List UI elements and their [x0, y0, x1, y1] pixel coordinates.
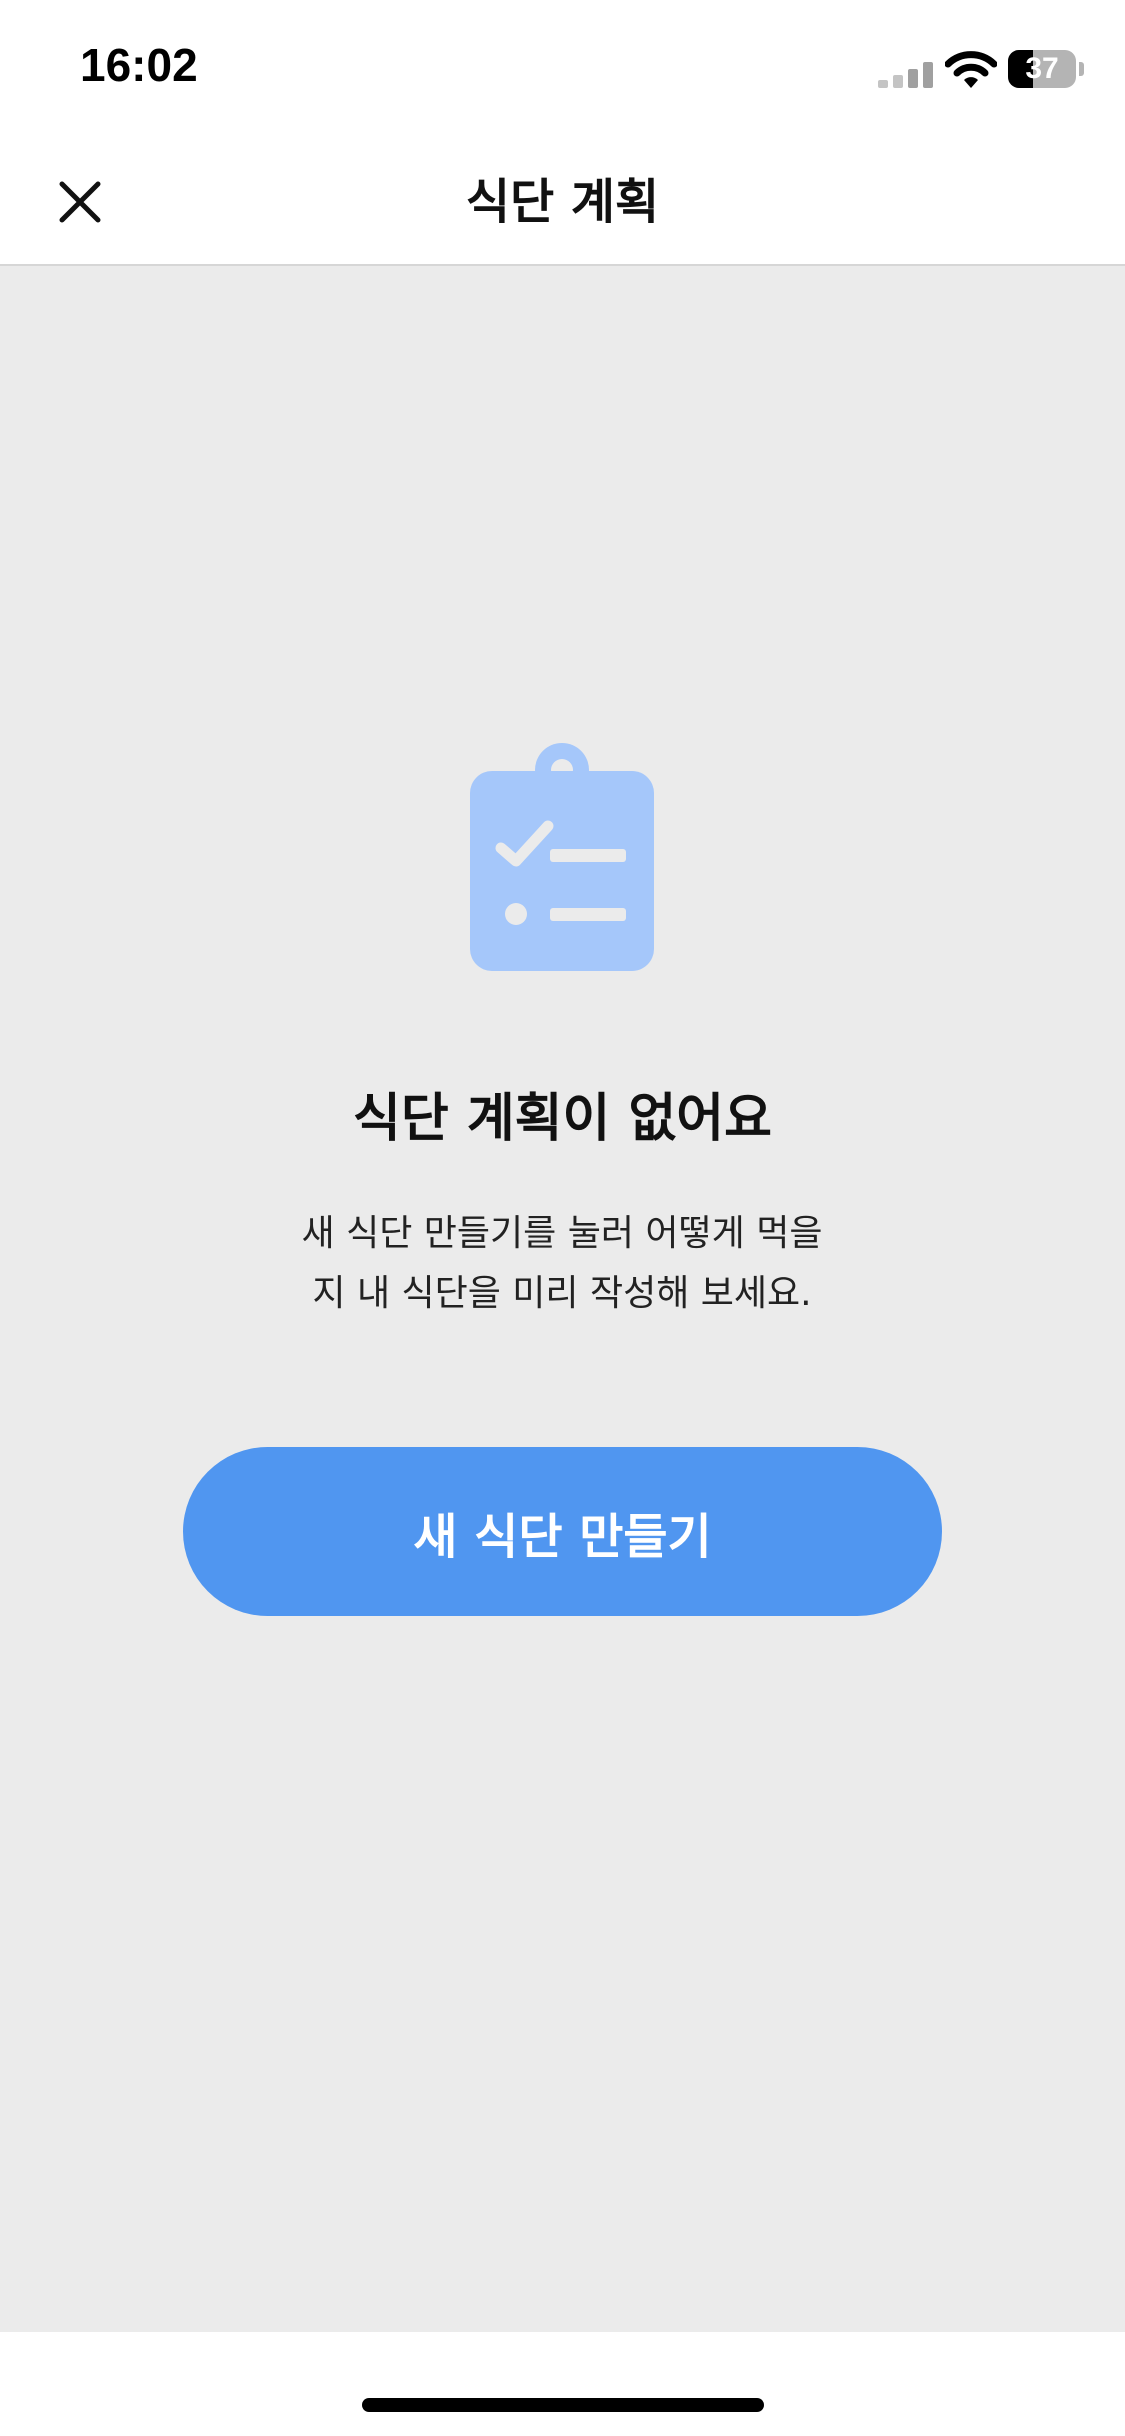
cellular-signal-icon: [878, 62, 933, 88]
home-indicator[interactable]: [362, 2398, 764, 2412]
battery-level: 37: [1025, 52, 1059, 85]
battery-indicator: 37: [1008, 50, 1084, 88]
new-meal-plan-button-label: 새 식단 만들기: [413, 1508, 712, 1565]
new-meal-plan-button[interactable]: 새 식단 만들기: [183, 1447, 942, 1616]
main-content: 식단 계획이 없어요 새 식단 만들기를 눌러 어떻게 먹을 지 내 식단을 미…: [0, 266, 1125, 2332]
empty-state-description: 새 식단 만들기를 눌러 어떻게 먹을 지 내 식단을 미리 작성해 보세요.: [262, 1204, 862, 1324]
battery-tip: [1079, 62, 1084, 76]
close-icon: [59, 181, 101, 223]
empty-state-title: 식단 계획이 없어요: [353, 1089, 772, 1149]
status-time: 16:02: [80, 39, 198, 91]
close-button[interactable]: [40, 162, 120, 242]
home-indicator-area: [0, 2332, 1125, 2436]
status-bar: 16:02 37: [0, 0, 1125, 140]
clipboard-checklist-icon: [470, 743, 654, 971]
nav-bar: 식단 계획: [0, 140, 1125, 266]
wifi-icon: [945, 51, 997, 88]
page-title: 식단 계획: [465, 174, 660, 230]
empty-state-description-line: 지 내 식단을 미리 작성해 보세요.: [312, 1273, 812, 1314]
empty-state-description-line: 새 식단 만들기를 눌러 어떻게 먹을: [301, 1213, 823, 1254]
battery-body: 37: [1008, 50, 1076, 88]
